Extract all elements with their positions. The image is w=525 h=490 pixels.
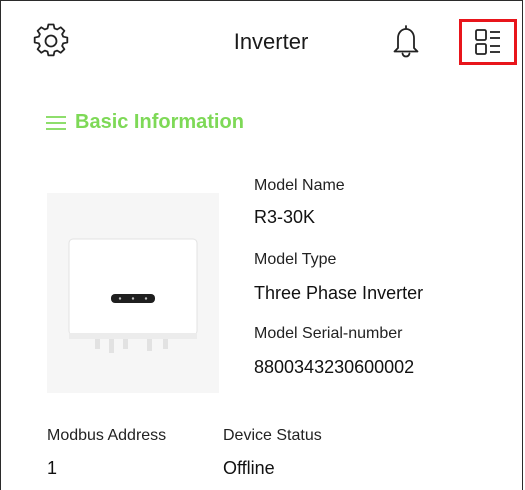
modbus-address-label: Modbus Address: [47, 427, 167, 444]
device-status-label: Device Status: [223, 427, 322, 444]
detail-list-button[interactable]: [459, 19, 517, 65]
inverter-illustration: [47, 193, 219, 393]
model-type-label: Model Type: [254, 251, 337, 268]
modbus-address-value: 1: [47, 458, 58, 478]
inverter-screen: Inverter Basic Information Model Name R3…: [0, 0, 523, 490]
gear-icon: [33, 23, 69, 57]
basic-information-heading: Basic Information: [45, 111, 244, 134]
device-status-value: Offline: [223, 458, 275, 478]
inverter-image: [47, 193, 219, 393]
notifications-button[interactable]: [384, 19, 428, 63]
serial-number-value: 8800343230600002: [254, 357, 415, 377]
model-type-value: Three Phase Inverter: [254, 283, 424, 303]
list-detail-icon: [475, 29, 500, 55]
settings-button[interactable]: [29, 19, 73, 63]
serial-number-label: Model Serial-number: [254, 325, 403, 342]
section-title: Basic Information: [75, 111, 244, 133]
model-name-value: R3-30K: [254, 207, 316, 227]
model-name-label: Model Name: [254, 177, 345, 194]
bell-icon: [393, 25, 419, 58]
menu-lines-icon: [46, 115, 66, 130]
top-bar: Inverter: [1, 1, 522, 81]
page-title: Inverter: [233, 29, 309, 54]
